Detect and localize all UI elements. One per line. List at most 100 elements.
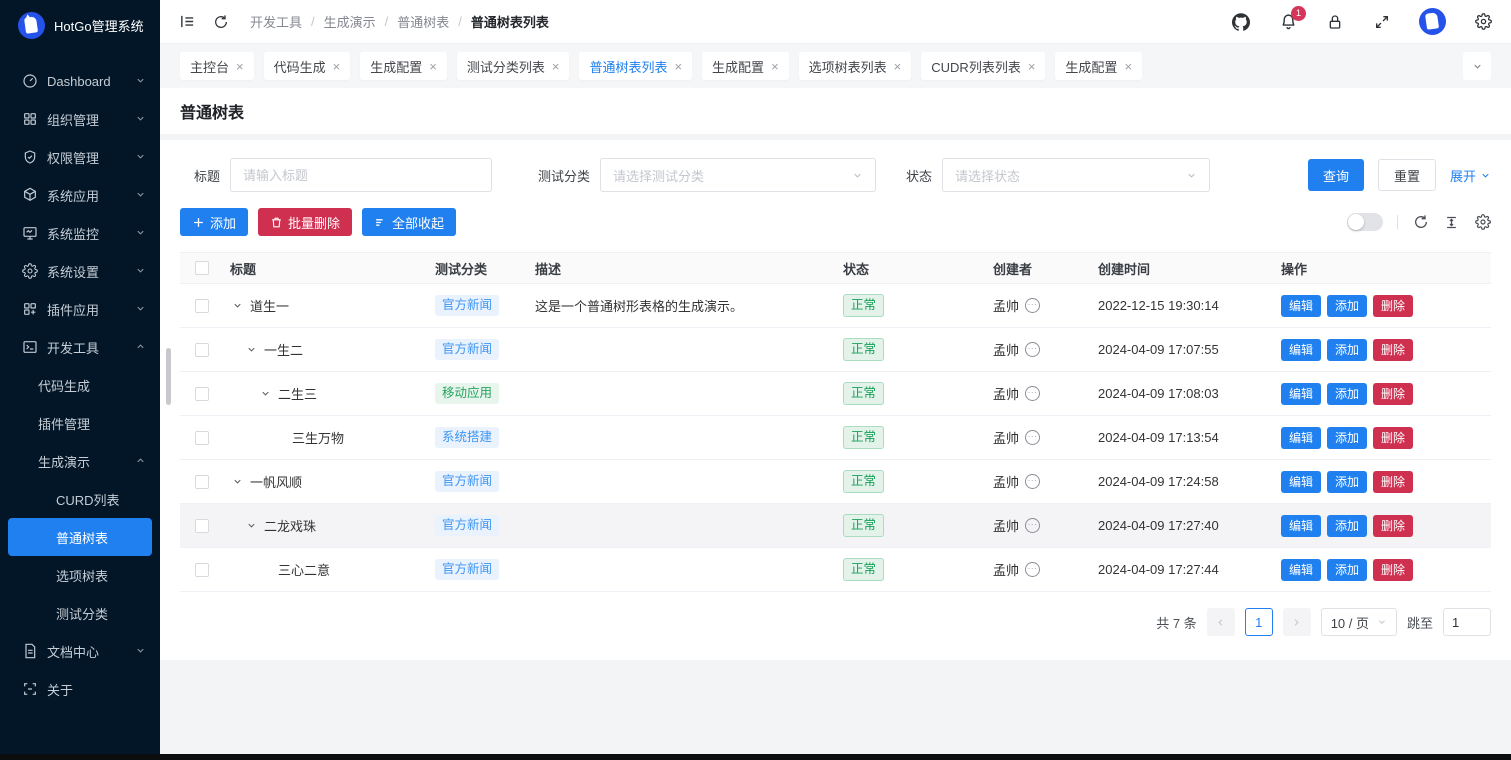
row-danger-button-删除[interactable]: 删除 (1373, 471, 1413, 493)
batch-delete-button[interactable]: 批量删除 (258, 208, 352, 236)
tab-close-icon[interactable]: × (771, 60, 779, 73)
sidebar-item-关于[interactable]: 关于 (0, 670, 160, 708)
tree-expand-icon[interactable] (230, 299, 244, 313)
sidebar-item-选项树表[interactable]: 选项树表 (0, 556, 160, 594)
page-number-button[interactable]: 1 (1245, 608, 1273, 636)
sidebar-item-插件应用[interactable]: 插件应用 (0, 290, 160, 328)
row-primary-button-添加[interactable]: 添加 (1327, 515, 1367, 537)
tab-close-icon[interactable]: × (894, 60, 902, 73)
tab-测试分类列表[interactable]: 测试分类列表× (457, 52, 570, 80)
breadcrumb-item[interactable]: 开发工具 (250, 12, 302, 31)
row-danger-button-删除[interactable]: 删除 (1373, 427, 1413, 449)
user-avatar[interactable] (1419, 8, 1446, 35)
next-page-button[interactable] (1283, 608, 1311, 636)
tab-close-icon[interactable]: × (333, 60, 341, 73)
reset-button[interactable]: 重置 (1378, 159, 1436, 191)
row-checkbox[interactable] (195, 475, 209, 489)
jump-to-input[interactable] (1443, 608, 1491, 636)
collapse-all-button[interactable]: 全部收起 (362, 208, 456, 236)
refresh-icon[interactable] (212, 13, 230, 31)
sidebar-item-开发工具[interactable]: 开发工具 (0, 328, 160, 366)
filter-title-input[interactable] (230, 158, 492, 192)
row-danger-button-删除[interactable]: 删除 (1373, 295, 1413, 317)
row-primary-button-添加[interactable]: 添加 (1327, 295, 1367, 317)
row-height-icon[interactable] (1443, 214, 1460, 231)
sidebar-item-CURD列表[interactable]: CURD列表 (0, 480, 160, 518)
striped-toggle[interactable] (1347, 213, 1383, 231)
row-primary-button-编辑[interactable]: 编辑 (1281, 515, 1321, 537)
tab-选项树表列表[interactable]: 选项树表列表× (799, 52, 912, 80)
tab-close-icon[interactable]: × (1028, 60, 1036, 73)
row-primary-button-编辑[interactable]: 编辑 (1281, 295, 1321, 317)
creator-info-icon[interactable]: ··· (1025, 474, 1040, 489)
creator-info-icon[interactable]: ··· (1025, 298, 1040, 313)
tab-生成配置[interactable]: 生成配置× (1055, 52, 1142, 80)
tab-生成配置[interactable]: 生成配置× (702, 52, 789, 80)
tab-close-icon[interactable]: × (236, 60, 244, 73)
creator-info-icon[interactable]: ··· (1025, 430, 1040, 445)
row-danger-button-删除[interactable]: 删除 (1373, 339, 1413, 361)
row-danger-button-删除[interactable]: 删除 (1373, 515, 1413, 537)
select-all-checkbox[interactable] (195, 261, 209, 275)
row-primary-button-编辑[interactable]: 编辑 (1281, 383, 1321, 405)
sidebar-item-系统设置[interactable]: 系统设置 (0, 252, 160, 290)
filter-category-select[interactable]: 请选择测试分类 (600, 158, 876, 192)
fullscreen-icon[interactable] (1372, 12, 1392, 32)
app-logo[interactable]: HotGo管理系统 (0, 0, 160, 50)
row-primary-button-编辑[interactable]: 编辑 (1281, 339, 1321, 361)
search-button[interactable]: 查询 (1308, 159, 1364, 191)
sidebar-item-系统应用[interactable]: 系统应用 (0, 176, 160, 214)
sidebar-item-测试分类[interactable]: 测试分类 (0, 594, 160, 632)
expand-filter-link[interactable]: 展开 (1450, 166, 1491, 185)
tab-close-icon[interactable]: × (1124, 60, 1132, 73)
prev-page-button[interactable] (1207, 608, 1235, 636)
page-size-select[interactable]: 10 / 页 (1321, 608, 1397, 636)
row-primary-button-添加[interactable]: 添加 (1327, 471, 1367, 493)
row-primary-button-编辑[interactable]: 编辑 (1281, 471, 1321, 493)
tab-代码生成[interactable]: 代码生成× (264, 52, 351, 80)
reload-table-icon[interactable] (1412, 214, 1429, 231)
notification-bell-icon[interactable]: 1 (1278, 12, 1298, 32)
row-primary-button-编辑[interactable]: 编辑 (1281, 559, 1321, 581)
creator-info-icon[interactable]: ··· (1025, 386, 1040, 401)
sidebar-item-生成演示[interactable]: 生成演示 (0, 442, 160, 480)
sidebar-item-系统监控[interactable]: 系统监控 (0, 214, 160, 252)
breadcrumb-item[interactable]: 生成演示 (324, 12, 376, 31)
row-primary-button-添加[interactable]: 添加 (1327, 559, 1367, 581)
settings-gear-icon[interactable] (1473, 12, 1493, 32)
row-danger-button-删除[interactable]: 删除 (1373, 383, 1413, 405)
tree-expand-icon[interactable] (230, 475, 244, 489)
sidebar-item-插件管理[interactable]: 插件管理 (0, 404, 160, 442)
row-checkbox[interactable] (195, 431, 209, 445)
tree-expand-icon[interactable] (244, 343, 258, 357)
row-primary-button-添加[interactable]: 添加 (1327, 339, 1367, 361)
row-checkbox[interactable] (195, 563, 209, 577)
tab-close-icon[interactable]: × (429, 60, 437, 73)
tab-主控台[interactable]: 主控台× (180, 52, 254, 80)
filter-status-select[interactable]: 请选择状态 (942, 158, 1210, 192)
row-checkbox[interactable] (195, 519, 209, 533)
tree-expand-icon[interactable] (258, 387, 272, 401)
row-checkbox[interactable] (195, 299, 209, 313)
row-primary-button-添加[interactable]: 添加 (1327, 427, 1367, 449)
lock-screen-icon[interactable] (1325, 12, 1345, 32)
breadcrumb-item[interactable]: 普通树表 (397, 12, 449, 31)
row-checkbox[interactable] (195, 387, 209, 401)
tab-CUDR列表列表[interactable]: CUDR列表列表× (921, 52, 1045, 80)
row-primary-button-添加[interactable]: 添加 (1327, 383, 1367, 405)
creator-info-icon[interactable]: ··· (1025, 562, 1040, 577)
sidebar-item-代码生成[interactable]: 代码生成 (0, 366, 160, 404)
tab-生成配置[interactable]: 生成配置× (360, 52, 447, 80)
sidebar-item-组织管理[interactable]: 组织管理 (0, 100, 160, 138)
sidebar-item-文档中心[interactable]: 文档中心 (0, 632, 160, 670)
column-settings-gear-icon[interactable] (1474, 214, 1491, 231)
sidebar-item-Dashboard[interactable]: Dashboard (0, 62, 160, 100)
tab-普通树表列表[interactable]: 普通树表列表× (579, 52, 692, 80)
add-button[interactable]: 添加 (180, 208, 248, 236)
tab-close-icon[interactable]: × (674, 60, 682, 73)
menu-fold-icon[interactable] (178, 13, 196, 31)
creator-info-icon[interactable]: ··· (1025, 342, 1040, 357)
tree-expand-icon[interactable] (244, 519, 258, 533)
github-icon[interactable] (1231, 12, 1251, 32)
sidebar-item-权限管理[interactable]: 权限管理 (0, 138, 160, 176)
